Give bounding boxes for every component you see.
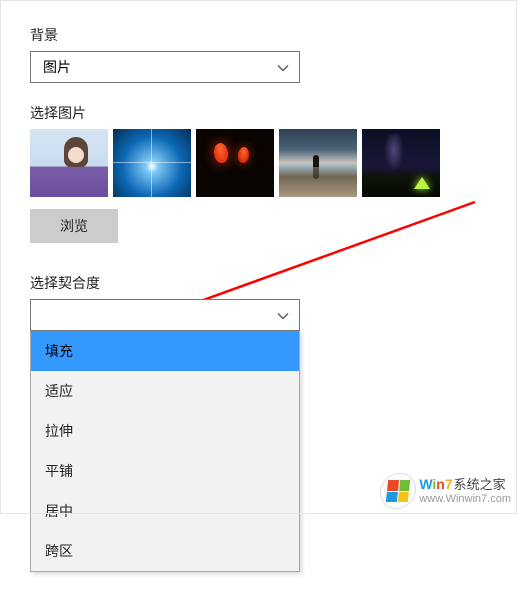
fit-dropdown[interactable] [30,299,300,331]
thumb-tulips[interactable] [196,129,274,197]
background-label: 背景 [30,25,487,45]
fit-option-span[interactable]: 跨区 [31,531,299,571]
choose-picture-label: 选择图片 [30,103,487,123]
thumbnail-row [30,129,487,197]
windows-flag-icon [380,474,418,508]
fit-option-stretch[interactable]: 拉伸 [31,411,299,451]
fit-options-panel: 填充 适应 拉伸 平铺 居中 跨区 [30,331,300,572]
thumb-night-tent[interactable] [362,129,440,197]
fit-label: 选择契合度 [30,273,487,293]
thumb-windows-hero[interactable] [113,129,191,197]
watermark: Win7系统之家 www.Winwin7.com [381,474,511,508]
fit-option-fit[interactable]: 适应 [31,371,299,411]
watermark-url: www.Winwin7.com [419,493,511,506]
thumb-beach[interactable] [279,129,357,197]
background-dropdown[interactable]: 图片 [30,51,300,83]
watermark-brand: Win7系统之家 [419,476,511,493]
chevron-down-icon [277,309,289,321]
browse-button[interactable]: 浏览 [30,209,118,243]
thumb-woman-lavender[interactable] [30,129,108,197]
fit-option-center[interactable]: 居中 [31,491,299,531]
fit-option-fill[interactable]: 填充 [31,331,299,371]
chevron-down-icon [277,61,289,73]
fit-option-tile[interactable]: 平铺 [31,451,299,491]
background-dropdown-value: 图片 [43,57,71,77]
